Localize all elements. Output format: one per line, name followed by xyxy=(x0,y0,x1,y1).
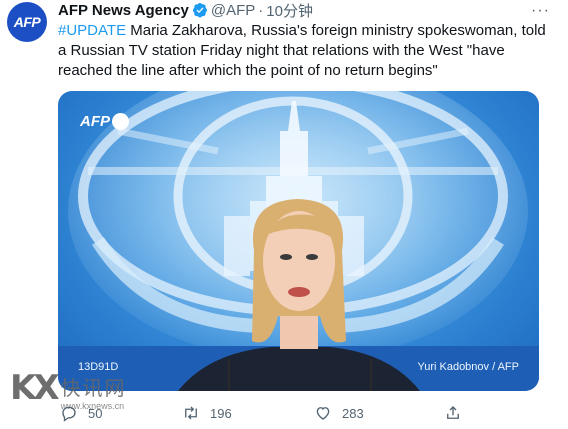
reply-button[interactable]: 50 xyxy=(60,404,102,422)
reply-count: 50 xyxy=(88,405,103,421)
share-button[interactable] xyxy=(444,404,472,422)
tweet-photo[interactable]: AFP 13D91D Yuri Kadobnov / AFP xyxy=(58,91,539,391)
afp-photo-logo-text: AFP xyxy=(80,113,110,130)
retweet-button[interactable]: 196 xyxy=(182,404,232,422)
photo-credit: Yuri Kadobnov / AFP xyxy=(417,361,519,373)
reply-icon xyxy=(62,406,76,422)
afp-photo-logo: AFP xyxy=(80,113,129,130)
hashtag-link[interactable]: #UPDATE xyxy=(58,22,126,39)
like-button[interactable]: 283 xyxy=(314,404,364,422)
like-count: 283 xyxy=(342,405,364,421)
tweet-text: Maria Zakharova, Russia's foreign minist… xyxy=(58,22,546,79)
tweet-actions: 50 196 283 xyxy=(58,404,468,426)
avatar[interactable]: AFP xyxy=(7,2,47,42)
author-name[interactable]: AFP News Agency xyxy=(58,2,189,19)
retweet-icon xyxy=(185,406,197,420)
tweet-header: AFP News Agency @AFP · 10分钟 xyxy=(58,0,313,21)
author-handle[interactable]: @AFP xyxy=(211,2,255,19)
tweet-timestamp[interactable]: 10分钟 xyxy=(266,0,313,21)
watermark-logo: KX xyxy=(10,368,60,408)
tweet-body: #UPDATE Maria Zakharova, Russia's foreig… xyxy=(58,21,558,81)
share-icon xyxy=(447,406,459,419)
heart-icon xyxy=(316,407,330,420)
verified-badge-icon xyxy=(192,3,207,18)
retweet-count: 196 xyxy=(210,405,232,421)
afp-logo-dot xyxy=(112,113,129,130)
photo-illustration xyxy=(58,91,539,391)
header-separator: · xyxy=(258,1,264,19)
more-options-icon[interactable]: ··· xyxy=(531,2,550,20)
watermark-cn: 快讯网 xyxy=(60,378,127,400)
avatar-label: AFP xyxy=(13,14,41,30)
